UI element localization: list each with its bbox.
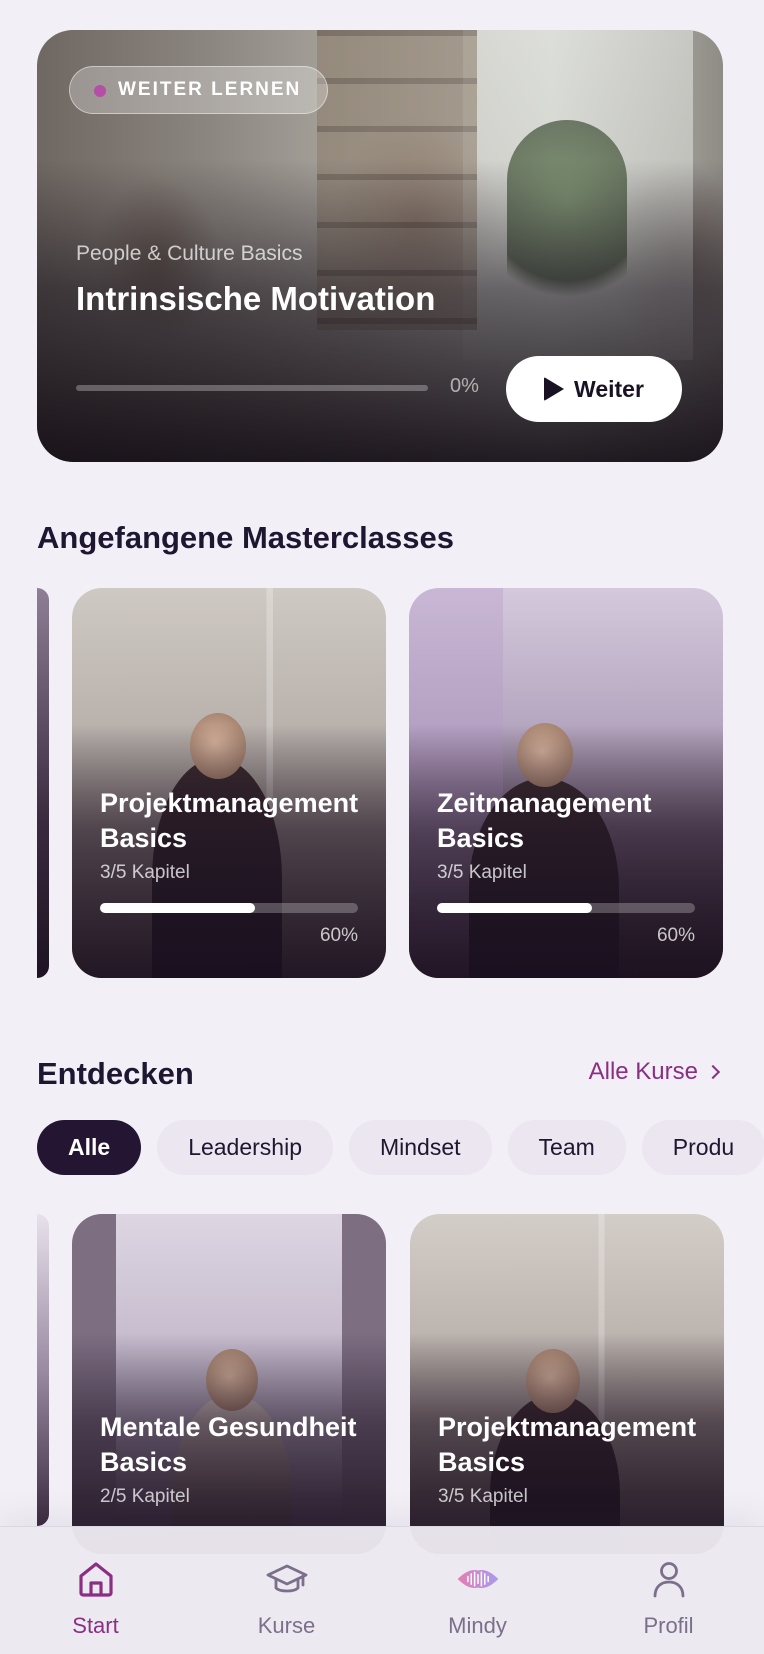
continue-learning-badge: WEITER LERNEN — [69, 66, 329, 114]
card-title-line2: Basics — [100, 1447, 188, 1477]
filter-chip-leadership[interactable]: Leadership — [157, 1120, 333, 1175]
hero-course-category: People & Culture Basics — [76, 242, 303, 265]
nav-label-kurse: Kurse — [257, 1613, 316, 1638]
masterclass-card-overlay — [72, 588, 386, 978]
nav-item-profil[interactable]: Profil — [573, 1527, 764, 1654]
bottom-navigation: Start Kurse Mindy Profil — [0, 1526, 764, 1654]
card-title-line1: Projektmanagement — [100, 788, 359, 818]
card-title-line1: Zeitmanagement — [437, 788, 652, 818]
masterclass-card-progress-bar — [437, 903, 695, 913]
home-icon — [78, 1562, 113, 1597]
course-card-title: Projektmanagement Basics — [438, 1410, 696, 1480]
masterclass-card[interactable]: Projektmanagement Basics 3/5 Kapitel 60% — [72, 588, 386, 978]
card-title-line2: Basics — [437, 823, 525, 853]
hero-lesson-title: Intrinsische Motivation — [76, 280, 436, 317]
nav-label-profil: Profil — [643, 1613, 694, 1638]
all-courses-label: Alle Kurse — [588, 1058, 698, 1085]
discover-heading: Entdecken — [37, 1056, 194, 1091]
nav-label-start: Start — [72, 1613, 119, 1638]
course-card-chapters: 2/5 Kapitel — [100, 1486, 190, 1507]
profile-icon — [653, 1562, 684, 1598]
masterclass-card-progress-fill — [437, 903, 592, 913]
chevron-right-icon — [705, 1064, 721, 1080]
hero-progress-label: 0% — [450, 375, 479, 397]
badge-dot-icon — [94, 85, 106, 97]
badge-label: WEITER LERNEN — [118, 79, 302, 100]
course-card-title: Mentale Gesundheit Basics — [100, 1410, 357, 1480]
previous-course-card-edge[interactable] — [37, 1214, 49, 1526]
filter-chip-alle[interactable]: Alle — [37, 1120, 142, 1175]
play-icon — [544, 377, 565, 401]
course-card-chapters: 3/5 Kapitel — [438, 1486, 528, 1507]
masterclass-card-progress-label: 60% — [319, 925, 358, 946]
masterclass-card-progress-bar — [100, 903, 358, 913]
card-title-line2: Basics — [100, 823, 188, 853]
card-title-line1: Mentale Gesundheit — [100, 1412, 357, 1442]
masterclass-card-progress-fill — [100, 903, 255, 913]
hero-progress-bar — [76, 385, 428, 391]
nav-item-kurse[interactable]: Kurse — [191, 1527, 382, 1654]
card-title-line1: Projektmanagement — [438, 1412, 697, 1442]
all-courses-link[interactable]: Alle Kurse — [588, 1058, 721, 1086]
masterclass-card-chapters: 3/5 Kapitel — [437, 862, 527, 883]
previous-masterclass-card-edge[interactable] — [37, 588, 49, 978]
continue-button[interactable]: Weiter — [506, 356, 682, 422]
course-card[interactable]: Mentale Gesundheit Basics 2/5 Kapitel — [72, 1214, 386, 1554]
nav-item-mindy[interactable]: Mindy — [382, 1527, 573, 1654]
masterclass-card-chapters: 3/5 Kapitel — [100, 862, 190, 883]
mindy-waveform-icon — [457, 1569, 498, 1589]
filter-chip-team[interactable]: Team — [507, 1120, 626, 1175]
nav-item-start[interactable]: Start — [0, 1527, 191, 1654]
continue-learning-hero[interactable]: WEITER LERNEN People & Culture Basics In… — [37, 30, 723, 462]
masterclass-card[interactable]: Zeitmanagement Basics 3/5 Kapitel 60% — [409, 588, 723, 978]
masterclass-card-progress-label: 60% — [656, 925, 695, 946]
card-title-line2: Basics — [438, 1447, 526, 1477]
masterclass-card-title: Projektmanagement Basics — [100, 786, 358, 856]
filter-chip-produ[interactable]: Produ — [641, 1120, 764, 1175]
graduation-cap-icon — [266, 1564, 307, 1593]
masterclass-card-title: Zeitmanagement Basics — [437, 786, 652, 856]
masterclass-card-overlay — [409, 588, 723, 978]
continue-button-label: Weiter — [574, 375, 644, 402]
nav-label-mindy: Mindy — [448, 1613, 507, 1638]
course-card[interactable]: Projektmanagement Basics 3/5 Kapitel — [410, 1214, 724, 1554]
started-masterclasses-heading: Angefangene Masterclasses — [37, 520, 454, 555]
filter-chip-mindset[interactable]: Mindset — [349, 1120, 492, 1175]
category-filter-bar: Alle Leadership Mindset Team Produ — [37, 1120, 764, 1175]
